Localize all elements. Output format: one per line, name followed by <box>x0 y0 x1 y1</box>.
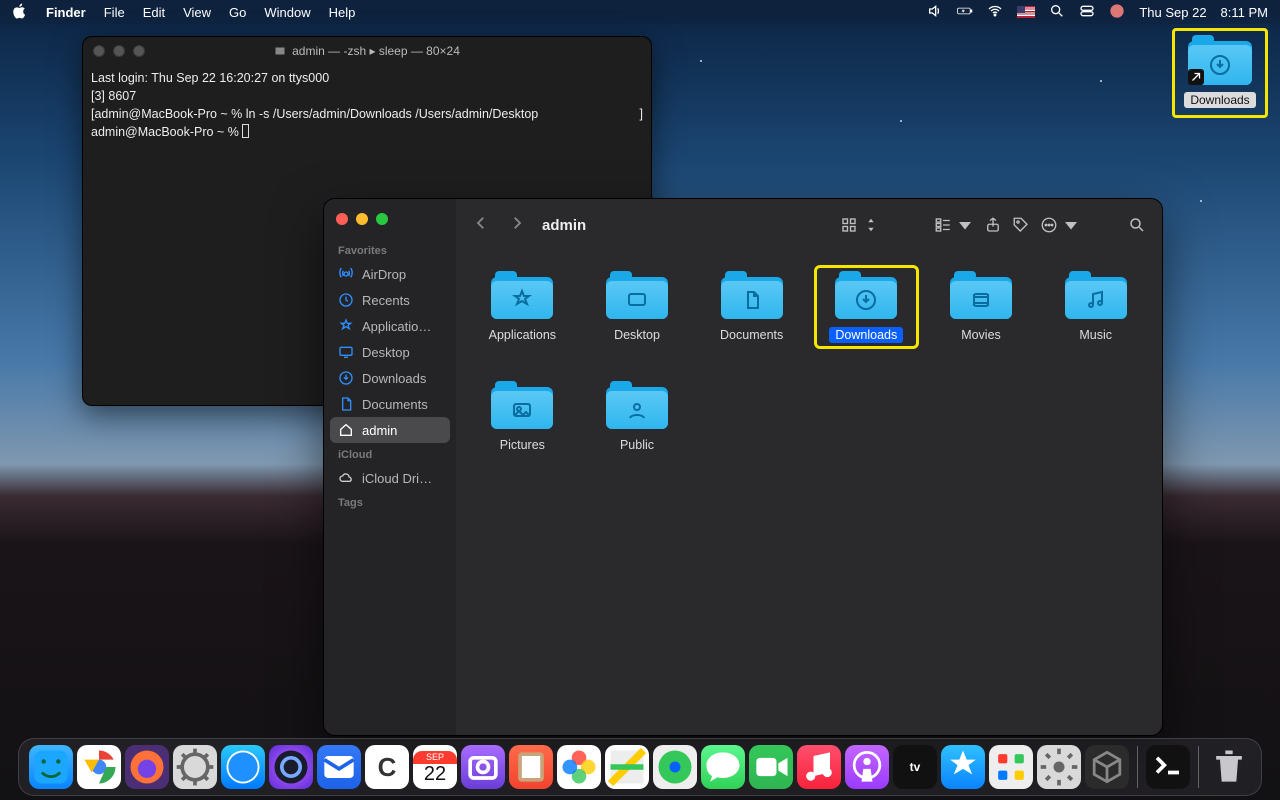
finder-sidebar: Favorites AirDrop Recents Applicatio… De… <box>324 199 456 735</box>
dock-mail[interactable] <box>317 745 361 789</box>
finder-window[interactable]: Favorites AirDrop Recents Applicatio… De… <box>323 198 1163 736</box>
dock-contacts[interactable] <box>509 745 553 789</box>
dock-screenshot[interactable] <box>461 745 505 789</box>
terminal-close-button[interactable] <box>93 45 105 57</box>
dock-siri[interactable] <box>269 745 313 789</box>
spotlight-icon[interactable] <box>1049 3 1065 22</box>
folder-public[interactable]: Public <box>585 375 690 459</box>
sidebar-item-downloads[interactable]: Downloads <box>330 365 450 391</box>
sidebar-item-icloud-drive[interactable]: iCloud Dri… <box>330 465 450 491</box>
forward-button[interactable] <box>508 214 526 237</box>
app-name[interactable]: Finder <box>46 5 86 20</box>
dock-messages[interactable] <box>701 745 745 789</box>
dock-box[interactable] <box>1085 745 1129 789</box>
menu-help[interactable]: Help <box>329 5 356 20</box>
dock-launchpad[interactable] <box>989 745 1033 789</box>
dock-podcasts[interactable] <box>845 745 889 789</box>
battery-icon[interactable] <box>957 3 973 22</box>
sidebar-item-documents[interactable]: Documents <box>330 391 450 417</box>
dock-terminal[interactable] <box>1146 745 1190 789</box>
alias-arrow-icon <box>1188 69 1204 85</box>
share-button[interactable] <box>984 216 1002 234</box>
dock-safari[interactable] <box>221 745 265 789</box>
dock-separator <box>1137 746 1138 788</box>
wifi-icon[interactable] <box>987 3 1003 22</box>
dock-firefox[interactable] <box>125 745 169 789</box>
sidebar-item-desktop[interactable]: Desktop <box>330 339 450 365</box>
view-icons-button[interactable] <box>840 216 880 234</box>
menubar: Finder File Edit View Go Window Help Thu… <box>0 0 1280 24</box>
folder-documents[interactable]: Documents <box>699 265 804 349</box>
tags-button[interactable] <box>1012 216 1030 234</box>
folder-downloads[interactable]: Downloads <box>814 265 919 349</box>
dock-calendar[interactable]: SEP22 <box>413 745 457 789</box>
folder-applications[interactable]: Applications <box>470 265 575 349</box>
terminal-zoom-button[interactable] <box>133 45 145 57</box>
terminal-cursor <box>242 124 249 138</box>
finder-content[interactable]: Applications Desktop Documents Downloads… <box>456 251 1162 735</box>
user-icon[interactable] <box>1109 3 1125 22</box>
dock-music[interactable] <box>797 745 841 789</box>
sidebar-item-applications[interactable]: Applicatio… <box>330 313 450 339</box>
terminal-minimize-button[interactable] <box>113 45 125 57</box>
sidebar-item-recents[interactable]: Recents <box>330 287 450 313</box>
sidebar-item-airdrop[interactable]: AirDrop <box>330 261 450 287</box>
dock-system-preferences[interactable] <box>1037 745 1081 789</box>
menu-edit[interactable]: Edit <box>143 5 165 20</box>
finder-title: admin <box>542 217 586 234</box>
group-button[interactable] <box>934 216 974 234</box>
menu-window[interactable]: Window <box>264 5 310 20</box>
dock-preferences-old[interactable] <box>173 745 217 789</box>
apple-menu[interactable] <box>12 3 28 22</box>
control-center-icon[interactable] <box>1079 3 1095 22</box>
dock-facetime[interactable] <box>749 745 793 789</box>
terminal-title: admin — -zsh ▸ sleep — 80×24 <box>292 44 460 58</box>
menu-view[interactable]: View <box>183 5 211 20</box>
desktop-downloads-label: Downloads <box>1184 92 1255 108</box>
dock-photos[interactable] <box>557 745 601 789</box>
search-button[interactable] <box>1128 216 1146 234</box>
dock-chrome[interactable] <box>77 745 121 789</box>
finder-toolbar: admin <box>456 199 1162 251</box>
dock-maps[interactable] <box>605 745 649 789</box>
dock-cursor[interactable]: C <box>365 745 409 789</box>
dock-tv[interactable]: tv <box>893 745 937 789</box>
dock-trash[interactable] <box>1207 745 1251 789</box>
desktop-downloads-alias[interactable]: Downloads <box>1172 28 1268 118</box>
sidebar-item-admin[interactable]: admin <box>330 417 450 443</box>
back-button[interactable] <box>472 214 490 237</box>
finder-minimize-button[interactable] <box>356 213 368 225</box>
dock-finder[interactable] <box>29 745 73 789</box>
folder-desktop[interactable]: Desktop <box>585 265 690 349</box>
folder-pictures[interactable]: Pictures <box>470 375 575 459</box>
terminal-titlebar[interactable]: admin — -zsh ▸ sleep — 80×24 <box>83 37 651 65</box>
finder-close-button[interactable] <box>336 213 348 225</box>
menubar-time[interactable]: 8:11 PM <box>1221 5 1268 20</box>
sidebar-section-favorites: Favorites <box>330 239 450 261</box>
action-button[interactable] <box>1040 216 1080 234</box>
dock-separator-2 <box>1198 746 1199 788</box>
finder-zoom-button[interactable] <box>376 213 388 225</box>
input-source-icon[interactable] <box>1017 6 1035 18</box>
menu-file[interactable]: File <box>104 5 125 20</box>
sidebar-section-tags: Tags <box>330 491 450 513</box>
menubar-date[interactable]: Thu Sep 22 <box>1139 5 1206 20</box>
menu-go[interactable]: Go <box>229 5 246 20</box>
dock-find-my[interactable] <box>653 745 697 789</box>
folder-music[interactable]: Music <box>1043 265 1148 349</box>
volume-icon[interactable] <box>927 3 943 22</box>
folder-movies[interactable]: Movies <box>929 265 1034 349</box>
dock-appstore[interactable] <box>941 745 985 789</box>
sidebar-section-icloud: iCloud <box>330 443 450 465</box>
dock: C SEP22 tv <box>18 738 1262 796</box>
